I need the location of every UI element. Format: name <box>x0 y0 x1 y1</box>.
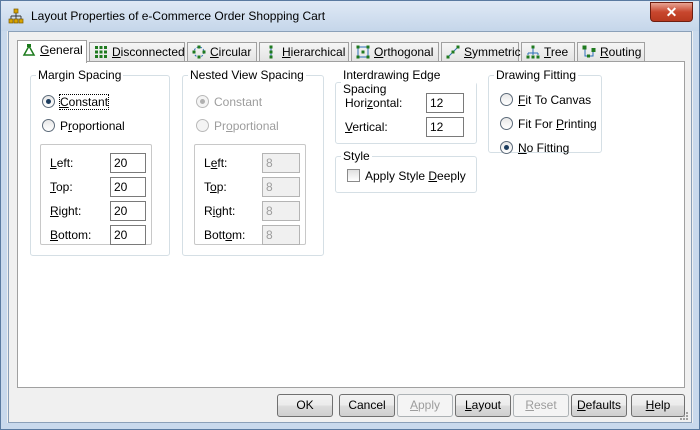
radio-selected-icon <box>196 95 209 108</box>
nested-bottom-input[interactable] <box>262 225 300 245</box>
margin-constant-radio[interactable]: Constant <box>42 94 110 111</box>
tab-tree[interactable]: Tree <box>521 42 575 62</box>
symmetric-icon <box>446 45 460 59</box>
nested-left-label: Left: <box>204 156 228 170</box>
disconnected-icon <box>95 46 107 58</box>
tab-label: Orthogonal <box>374 45 434 59</box>
nested-constant-radio[interactable]: Constant <box>196 95 262 111</box>
defaults-button[interactable]: Defaults <box>571 394 627 417</box>
help-button[interactable]: Help <box>631 394 685 417</box>
tab-disconnected[interactable]: Disconnected <box>89 42 185 62</box>
margin-bottom-label: Bottom: <box>50 228 92 242</box>
margin-proportional-label: Proportional <box>60 119 125 133</box>
fit-for-printing-label: Fit For Printing <box>518 117 597 131</box>
nested-view-spacing-title: Nested View Spacing <box>190 68 304 82</box>
ok-button[interactable]: OK <box>277 394 333 417</box>
circular-icon <box>192 45 206 59</box>
margin-top-input[interactable] <box>110 177 146 197</box>
drawing-fitting-title: Drawing Fitting <box>496 68 577 82</box>
no-fitting-label: No Fitting <box>518 141 570 155</box>
resize-grip-icon[interactable] <box>678 410 688 420</box>
margin-bottom-input[interactable] <box>110 225 146 245</box>
tab-label: General <box>40 43 83 57</box>
tab-label: Tree <box>544 45 569 59</box>
tab-label: Symmetric <box>464 45 521 59</box>
nested-right-input[interactable] <box>262 201 300 221</box>
nested-right-label: Right: <box>204 204 236 218</box>
horizontal-spacing-input[interactable] <box>426 93 464 113</box>
vertical-label: Vertical: <box>345 120 388 134</box>
window-title: Layout Properties of e-Commerce Order Sh… <box>31 9 326 23</box>
margin-top-label: Top: <box>50 180 73 194</box>
close-icon: ✕ <box>665 4 678 20</box>
dialog-window: Layout Properties of e-Commerce Order Sh… <box>0 0 700 430</box>
orthogonal-icon <box>356 45 370 59</box>
tab-label: Disconnected <box>112 45 185 59</box>
dialog-client-area: General Disconnected Circular Hierarchic… <box>8 31 692 423</box>
nested-bottom-label: Bottom: <box>204 228 246 242</box>
margin-proportional-radio[interactable]: Proportional <box>42 119 125 135</box>
tab-label: Routing <box>600 45 642 59</box>
routing-icon <box>582 45 596 58</box>
fit-for-printing-radio[interactable]: Fit For Printing <box>500 117 597 133</box>
interdrawing-edge-spacing-title: Interdrawing Edge Spacing <box>343 68 441 96</box>
close-button[interactable]: ✕ <box>650 2 693 22</box>
radio-selected-icon <box>42 95 55 108</box>
tab-symmetric[interactable]: Symmetric <box>441 42 521 62</box>
tab-label: Circular <box>210 45 252 59</box>
radio-selected-icon <box>500 141 513 154</box>
tab-routing[interactable]: Routing <box>577 42 645 62</box>
tab-general[interactable]: General <box>17 40 87 63</box>
checkbox-unchecked-icon <box>347 169 360 182</box>
margin-spacing-title: Margin Spacing <box>38 68 122 82</box>
hierarchy-app-icon <box>8 8 24 24</box>
tab-label: Hierarchical <box>282 45 346 59</box>
tab-circular[interactable]: Circular <box>187 42 257 62</box>
style-title: Style <box>343 149 370 163</box>
nested-proportional-label: Proportional <box>214 119 279 133</box>
apply-style-deeply-label: Apply Style Deeply <box>365 169 466 183</box>
horizontal-label: Horizontal: <box>345 96 403 110</box>
nested-left-input[interactable] <box>262 153 300 173</box>
vertical-spacing-input[interactable] <box>426 117 464 137</box>
tab-hierarchical[interactable]: Hierarchical <box>259 42 349 62</box>
margin-constant-label: Constant <box>58 94 110 110</box>
margin-left-label: Left: <box>50 156 74 170</box>
tab-orthogonal[interactable]: Orthogonal <box>351 42 439 62</box>
apply-style-deeply-checkbox[interactable]: Apply Style Deeply <box>347 169 466 185</box>
radio-unselected-icon <box>196 119 209 132</box>
no-fitting-radio[interactable]: No Fitting <box>500 141 569 157</box>
nested-top-label: Top: <box>204 180 227 194</box>
reset-button[interactable]: Reset <box>513 394 569 417</box>
tree-icon <box>526 45 540 59</box>
hierarchical-icon <box>269 45 273 59</box>
cancel-button[interactable]: Cancel <box>339 394 395 417</box>
fit-to-canvas-radio[interactable]: Fit To Canvas <box>500 93 591 109</box>
layout-button[interactable]: Layout <box>455 394 511 417</box>
radio-unselected-icon <box>500 117 513 130</box>
nested-constant-label: Constant <box>214 95 263 109</box>
apply-button[interactable]: Apply <box>397 394 453 417</box>
fit-to-canvas-label: Fit To Canvas <box>518 93 592 107</box>
general-icon <box>22 44 36 56</box>
nested-proportional-radio[interactable]: Proportional <box>196 119 279 135</box>
nested-top-input[interactable] <box>262 177 300 197</box>
dialog-button-bar: OK Cancel Apply Layout Reset Defaults He… <box>9 394 693 422</box>
radio-unselected-icon <box>42 119 55 132</box>
title-bar[interactable]: Layout Properties of e-Commerce Order Sh… <box>1 1 699 31</box>
general-tab-panel: Margin Spacing Constant Proportional Lef… <box>17 61 685 388</box>
radio-unselected-icon <box>500 93 513 106</box>
margin-left-input[interactable] <box>110 153 146 173</box>
margin-right-input[interactable] <box>110 201 146 221</box>
margin-right-label: Right: <box>50 204 82 218</box>
